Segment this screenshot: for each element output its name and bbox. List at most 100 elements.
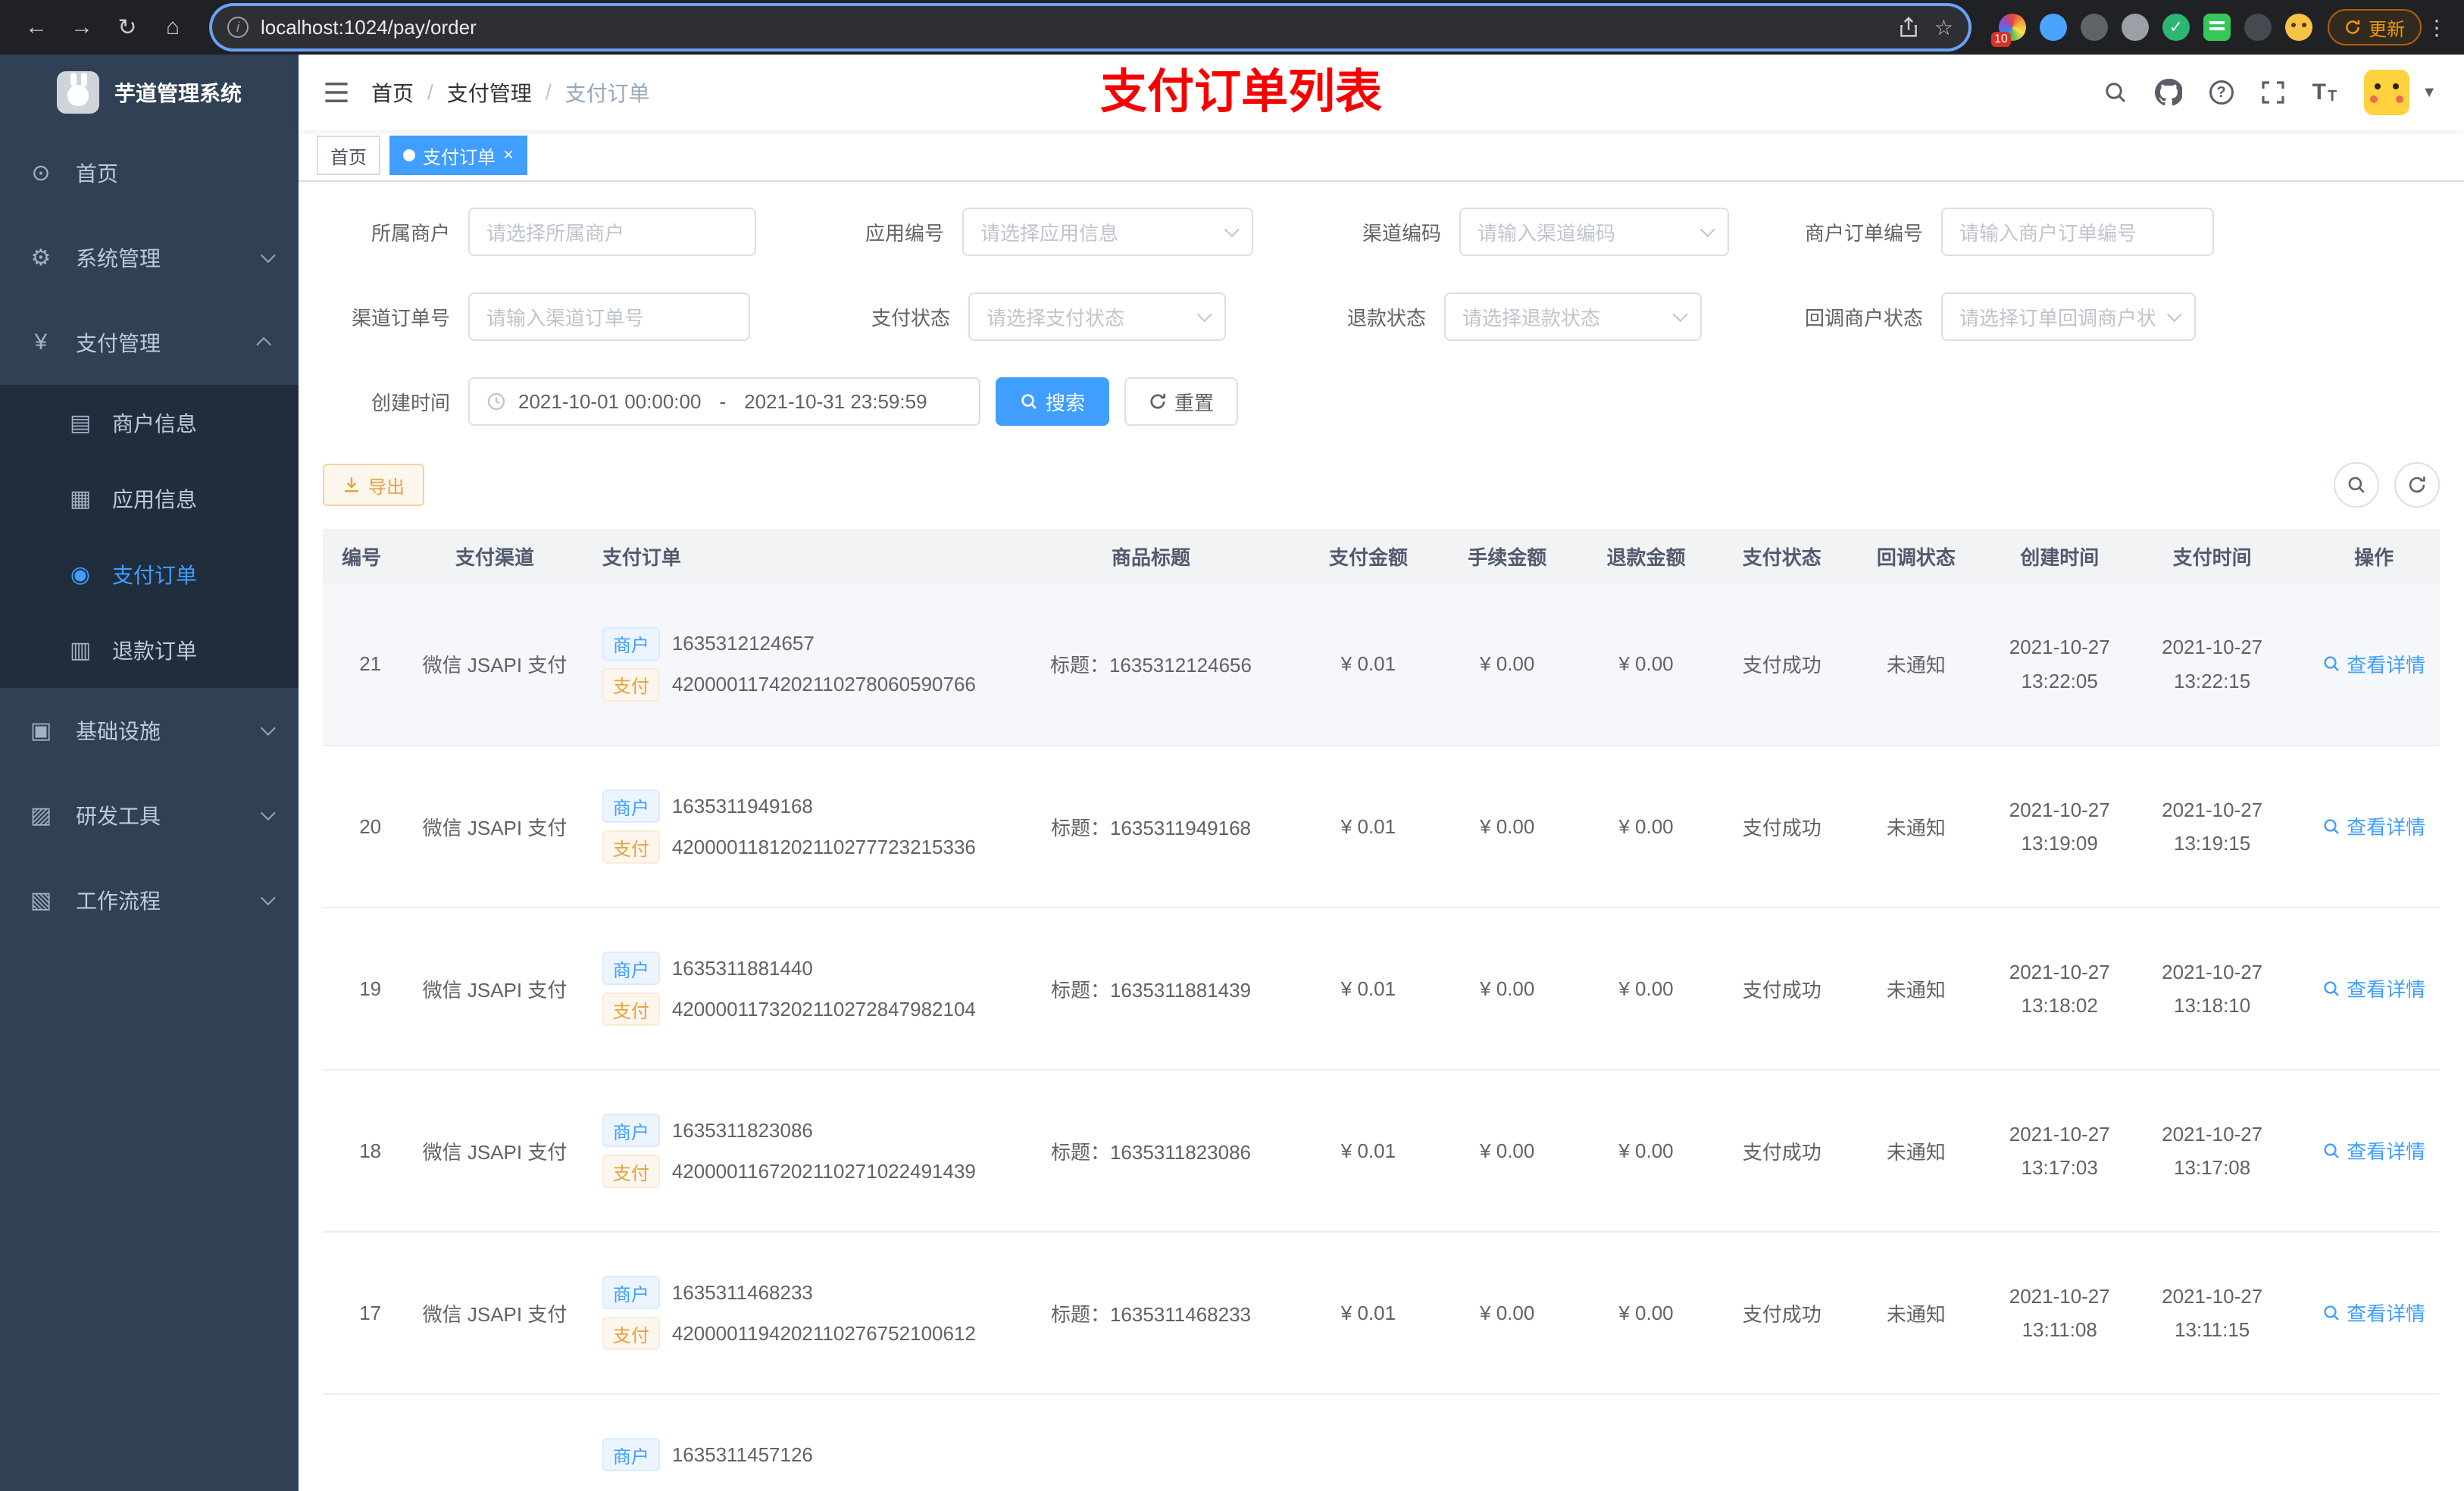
bookmark-star-icon[interactable]: ☆	[1934, 15, 1953, 40]
clock-icon	[486, 392, 506, 411]
merchant-tag: 商户	[602, 1276, 660, 1309]
pay-order-cell: 商户 1635312124657 支付 4200001174202110278060…	[589, 583, 1002, 746]
channel-order-input[interactable]: 请输入渠道订单号	[468, 292, 750, 341]
sidebar-item-refund-order[interactable]: ▥ 退款订单	[0, 612, 299, 688]
refund-status-select[interactable]: 请选择退款状态	[1444, 292, 1702, 341]
merchant-order-label: 商户订单编号	[1804, 221, 1923, 245]
extension-icon-puzzle[interactable]	[2244, 14, 2272, 41]
notify-status-cell: 未通知	[1849, 1232, 1984, 1395]
view-detail-link[interactable]: 查看详情	[2322, 1299, 2425, 1327]
close-icon[interactable]: ×	[503, 146, 514, 164]
merchant-tag: 商户	[602, 1438, 660, 1471]
sidebar-item-devtools[interactable]: ▨ 研发工具	[0, 773, 299, 858]
created-time-cell: 2021-10-27 13:11:08	[1983, 1232, 2136, 1395]
tags-view-bar: 首页 支付订单 ×	[299, 130, 2464, 182]
sidebar-item-home[interactable]: ⊙ 首页	[0, 130, 299, 215]
channel-code-select[interactable]: 请输入渠道编码	[1459, 208, 1729, 256]
forward-icon[interactable]: →	[61, 6, 103, 48]
merchant-tag: 商户	[602, 952, 660, 985]
browser-update-button[interactable]: 更新	[2328, 9, 2422, 45]
help-icon[interactable]: ?	[2209, 80, 2234, 105]
caret-down-icon[interactable]: ▼	[2422, 84, 2437, 102]
home-icon[interactable]: ⌂	[152, 6, 194, 48]
app-no-select[interactable]: 请选择应用信息	[962, 208, 1253, 256]
view-detail-link[interactable]: 查看详情	[2322, 812, 2425, 840]
site-info-icon[interactable]: i	[227, 17, 249, 38]
app-logo[interactable]: 芋道管理系统	[0, 55, 299, 130]
order-id-cell: 17	[323, 1232, 400, 1395]
notify-status-cell: 未通知	[1849, 1070, 1984, 1233]
view-detail-link[interactable]: 查看详情	[2322, 1136, 2425, 1164]
sidebar-item-merchant-info[interactable]: ▤ 商户信息	[0, 385, 299, 461]
sidebar-item-system[interactable]: ⚙ 系统管理	[0, 215, 299, 300]
search-button[interactable]: 搜索	[996, 377, 1110, 426]
page-content: 所属商户 请选择所属商户 应用编号 请选择应用信息 渠道编码 请输入渠道编码 商…	[299, 182, 2464, 1491]
sidebar-item-app-info[interactable]: ▦ 应用信息	[0, 461, 299, 536]
extension-icon-chat[interactable]	[2203, 14, 2231, 41]
github-icon[interactable]	[2154, 79, 2182, 106]
user-avatar[interactable]	[2364, 70, 2410, 115]
date-range-picker[interactable]: 2021-10-01 00:00:00 - 2021-10-31 23:59:5…	[468, 377, 980, 426]
reset-button[interactable]: 重置	[1124, 377, 1239, 426]
share-icon[interactable]	[1898, 17, 1919, 38]
extension-icon-dark[interactable]	[2081, 14, 2108, 41]
sidebar-item-payment[interactable]: ¥ 支付管理	[0, 300, 299, 385]
date-start-value[interactable]: 2021-10-01 00:00:00	[518, 390, 701, 414]
order-id-cell: 19	[323, 908, 400, 1071]
pay-channel-cell: 微信 JSAPI 支付	[399, 1232, 590, 1395]
extension-badge: 10	[1991, 32, 2011, 47]
tool-icon: ▨	[30, 802, 52, 828]
view-detail-link[interactable]: 查看详情	[2322, 974, 2425, 1002]
browser-menu-icon[interactable]: ⋮	[2425, 6, 2449, 48]
extension-icon-colorwheel[interactable]: 10	[1991, 14, 2026, 47]
url-text[interactable]: localhost:1024/pay/order	[261, 16, 1883, 39]
paid-time-cell	[2135, 1394, 2289, 1491]
pay-status-select[interactable]: 请选择支付状态	[968, 292, 1226, 341]
chevron-down-icon	[1196, 307, 1212, 323]
order-id-cell: 18	[323, 1070, 400, 1233]
back-icon[interactable]: ←	[15, 6, 58, 48]
top-navbar: 首页 / 支付管理 / 支付订单 支付订单列表 ? TT ▼	[299, 55, 2464, 130]
document-icon: ▥	[69, 637, 92, 663]
date-end-value[interactable]: 2021-10-31 23:59:59	[744, 390, 927, 414]
reload-icon[interactable]: ↻	[106, 6, 149, 48]
merchant-tag: 商户	[602, 627, 660, 661]
toggle-search-button[interactable]	[2334, 462, 2379, 508]
owner-input[interactable]: 请选择所属商户	[468, 208, 756, 256]
pay-amount-cell: ¥ 0.01	[1299, 1232, 1437, 1395]
extension-icon-check[interactable]: ✓	[2162, 14, 2190, 41]
paid-time-cell: 2021-10-27 13:18:10	[2135, 908, 2289, 1071]
app-title: 芋道管理系统	[114, 82, 242, 105]
font-size-icon[interactable]: TT	[2312, 81, 2337, 105]
address-bar[interactable]: i localhost:1024/pay/order ☆	[212, 6, 1968, 48]
extensions-area: 10 ✓	[1991, 14, 2312, 47]
breadcrumb-payment[interactable]: 支付管理	[447, 77, 532, 108]
extension-icon-blue[interactable]	[2040, 14, 2067, 41]
table-row: 19 微信 JSAPI 支付 商户 1635311881440 支付 4200001…	[323, 908, 2440, 1071]
extension-icon-face[interactable]	[2285, 14, 2312, 41]
view-detail-link[interactable]: 查看详情	[2322, 650, 2425, 678]
breadcrumb-home[interactable]: 首页	[371, 77, 414, 108]
refund-status-label: 退款状态	[1346, 306, 1426, 330]
sidebar-item-infra[interactable]: ▣ 基础设施	[0, 688, 299, 773]
sidebar: 芋道管理系统 ⊙ 首页 ⚙ 系统管理 ¥ 支付管理 ▤ 商户信息 ▦ 应用信息	[0, 55, 299, 1491]
merchant-tag: 商户	[602, 1114, 660, 1147]
created-time-cell: 2021-10-27 13:17:03	[1983, 1070, 2136, 1233]
notify-status-select[interactable]: 请选择订单回调商户状态	[1941, 292, 2196, 341]
extension-icon-gray[interactable]	[2122, 14, 2149, 41]
merchant-order-input[interactable]: 请输入商户订单编号	[1941, 208, 2214, 256]
chevron-down-icon	[1672, 307, 1688, 323]
chevron-down-icon	[260, 720, 276, 736]
fullscreen-icon[interactable]	[2261, 80, 2285, 105]
tab-home[interactable]: 首页	[317, 136, 380, 175]
export-button[interactable]: 导出	[323, 464, 424, 506]
search-icon[interactable]	[2103, 80, 2128, 105]
hamburger-icon[interactable]	[323, 79, 350, 106]
tab-pay-order[interactable]: 支付订单 ×	[389, 136, 528, 175]
merchant-tag: 商户	[602, 789, 660, 823]
sidebar-item-pay-order[interactable]: ◉ 支付订单	[0, 536, 299, 612]
channel-code-label: 渠道编码	[1362, 221, 1441, 245]
pay-channel-cell	[399, 1394, 590, 1491]
sidebar-item-workflow[interactable]: ▧ 工作流程	[0, 858, 299, 942]
refresh-button[interactable]	[2394, 462, 2440, 508]
